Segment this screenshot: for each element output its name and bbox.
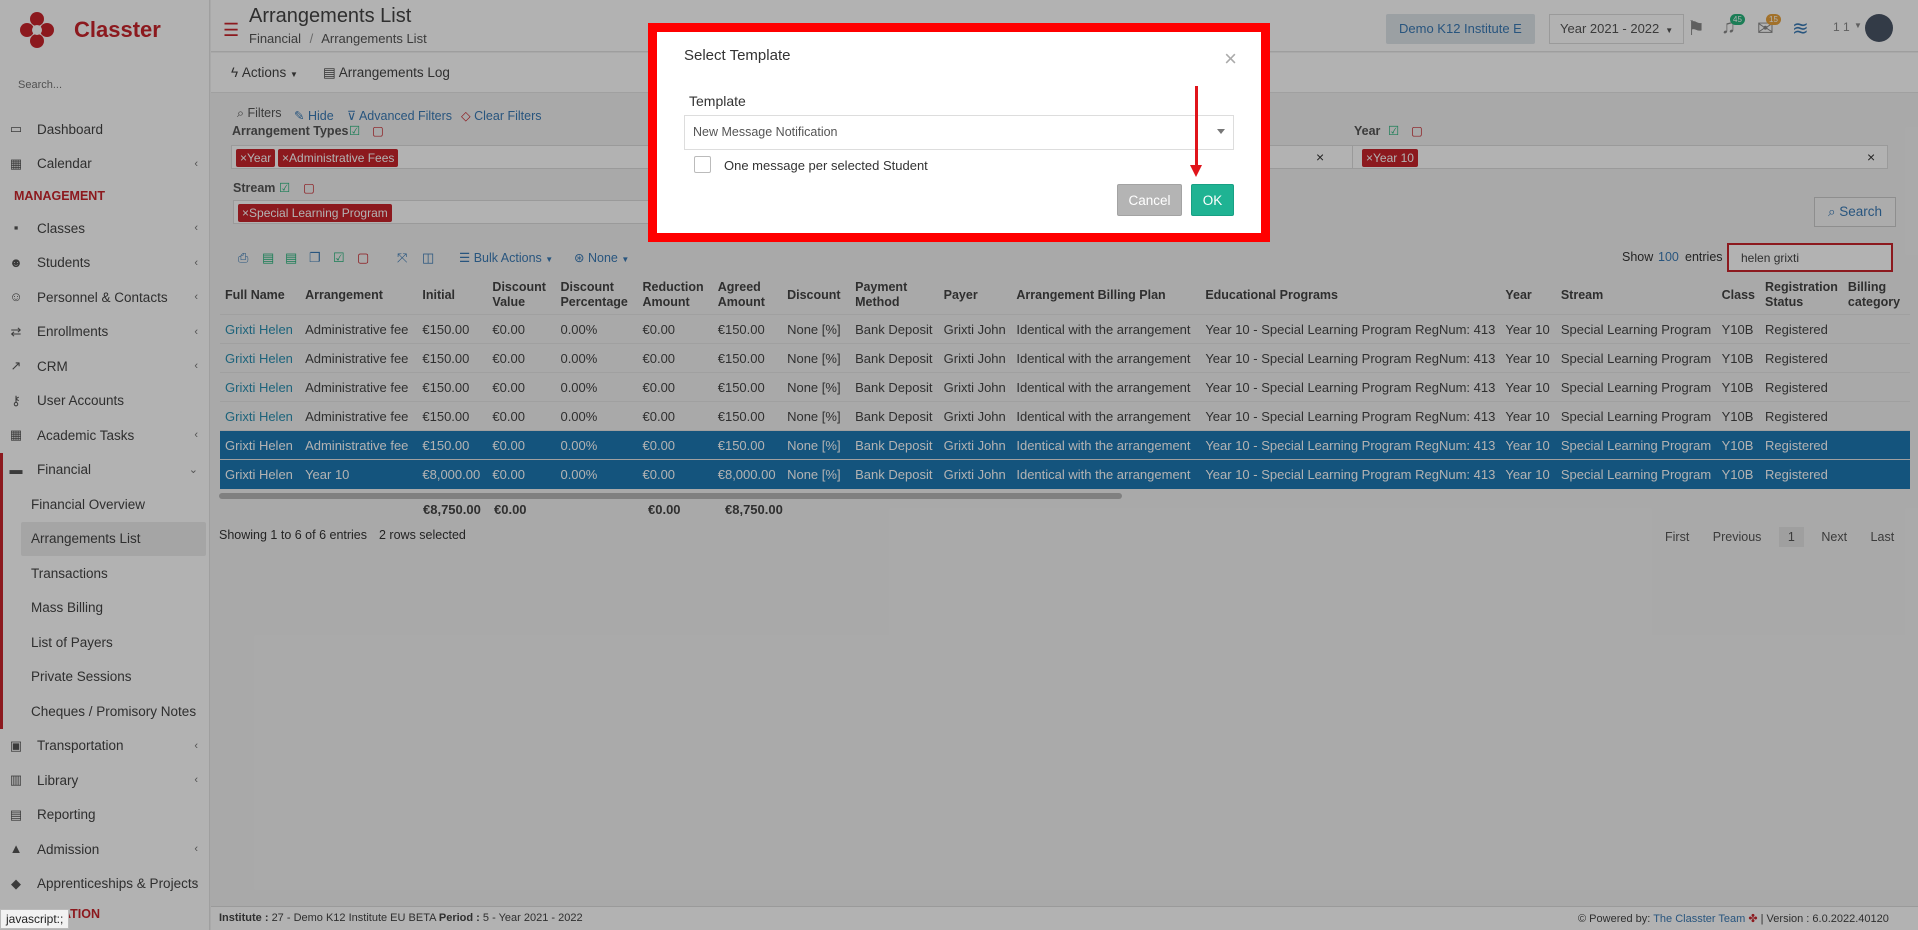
one-message-label: One message per selected Student — [724, 158, 928, 173]
one-message-checkbox[interactable] — [694, 156, 711, 173]
chevron-down-icon — [1217, 129, 1225, 134]
annotation-arrow-head-icon — [1190, 165, 1202, 177]
close-icon[interactable]: × — [1224, 46, 1237, 72]
status-tooltip: javascript:; — [0, 909, 70, 929]
modal-title: Select Template — [684, 47, 791, 64]
ok-button[interactable]: OK — [1191, 184, 1234, 216]
template-select-value: New Message Notification — [693, 125, 838, 139]
template-select[interactable]: New Message Notification — [684, 115, 1234, 150]
select-template-modal: Select Template × Template New Message N… — [659, 34, 1259, 231]
cancel-button[interactable]: Cancel — [1117, 184, 1182, 216]
template-label: Template — [689, 93, 746, 109]
annotation-arrow-shaft — [1195, 86, 1198, 168]
